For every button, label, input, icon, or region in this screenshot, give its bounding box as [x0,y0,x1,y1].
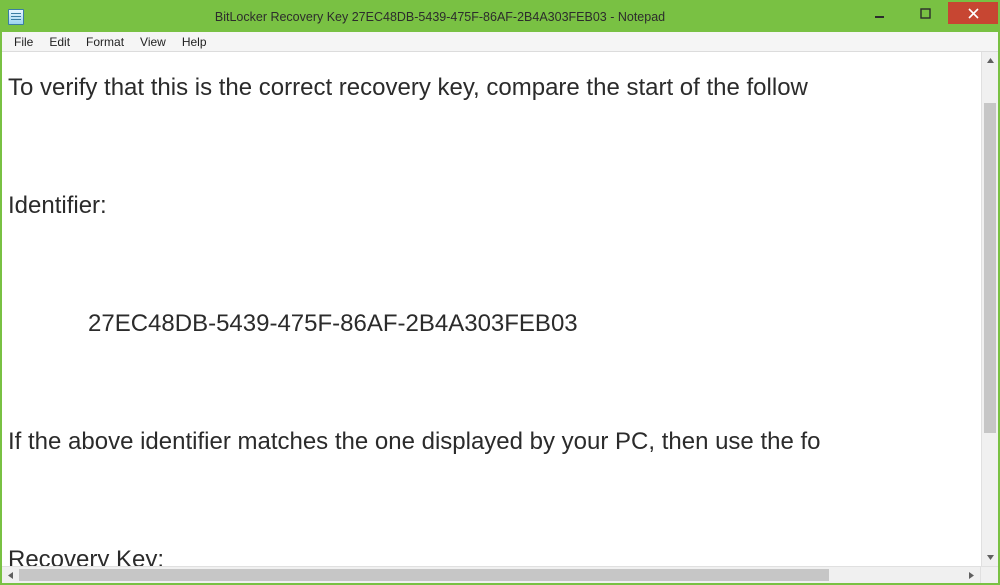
maximize-button[interactable] [902,2,948,24]
text-line: Identifier: [8,192,107,219]
hscroll-thumb[interactable] [19,569,829,581]
hscroll-row [2,566,998,583]
menu-file[interactable]: File [6,34,41,50]
window-controls [856,2,998,32]
scroll-left-icon[interactable] [2,567,19,583]
size-grip[interactable] [981,567,998,583]
scroll-down-icon[interactable] [982,549,998,566]
scroll-up-icon[interactable] [982,52,998,69]
menu-edit[interactable]: Edit [41,34,78,50]
menubar: File Edit Format View Help [2,32,998,52]
horizontal-scrollbar[interactable] [2,567,981,583]
text-indent [8,310,88,337]
close-button[interactable] [948,2,998,24]
editor-viewport: To verify that this is the correct recov… [2,52,981,566]
client-area: To verify that this is the correct recov… [2,52,998,566]
text-line: To verify that this is the correct recov… [8,74,808,101]
menu-view[interactable]: View [132,34,174,50]
text-editor[interactable]: To verify that this is the correct recov… [2,52,825,566]
vscroll-thumb[interactable] [984,103,996,433]
window-title: BitLocker Recovery Key 27EC48DB-5439-475… [24,10,856,24]
notepad-window: BitLocker Recovery Key 27EC48DB-5439-475… [0,0,1000,585]
menu-help[interactable]: Help [174,34,215,50]
titlebar[interactable]: BitLocker Recovery Key 27EC48DB-5439-475… [2,2,998,32]
scroll-right-icon[interactable] [963,567,980,583]
text-line: Recovery Key: [8,546,164,566]
hscroll-track[interactable] [19,567,963,583]
notepad-icon [8,9,24,25]
minimize-button[interactable] [856,2,902,24]
vscroll-track[interactable] [982,69,998,549]
text-line: If the above identifier matches the one … [8,428,821,455]
menu-format[interactable]: Format [78,34,132,50]
identifier-value: 27EC48DB-5439-475F-86AF-2B4A303FEB03 [88,310,578,337]
vertical-scrollbar[interactable] [981,52,998,566]
